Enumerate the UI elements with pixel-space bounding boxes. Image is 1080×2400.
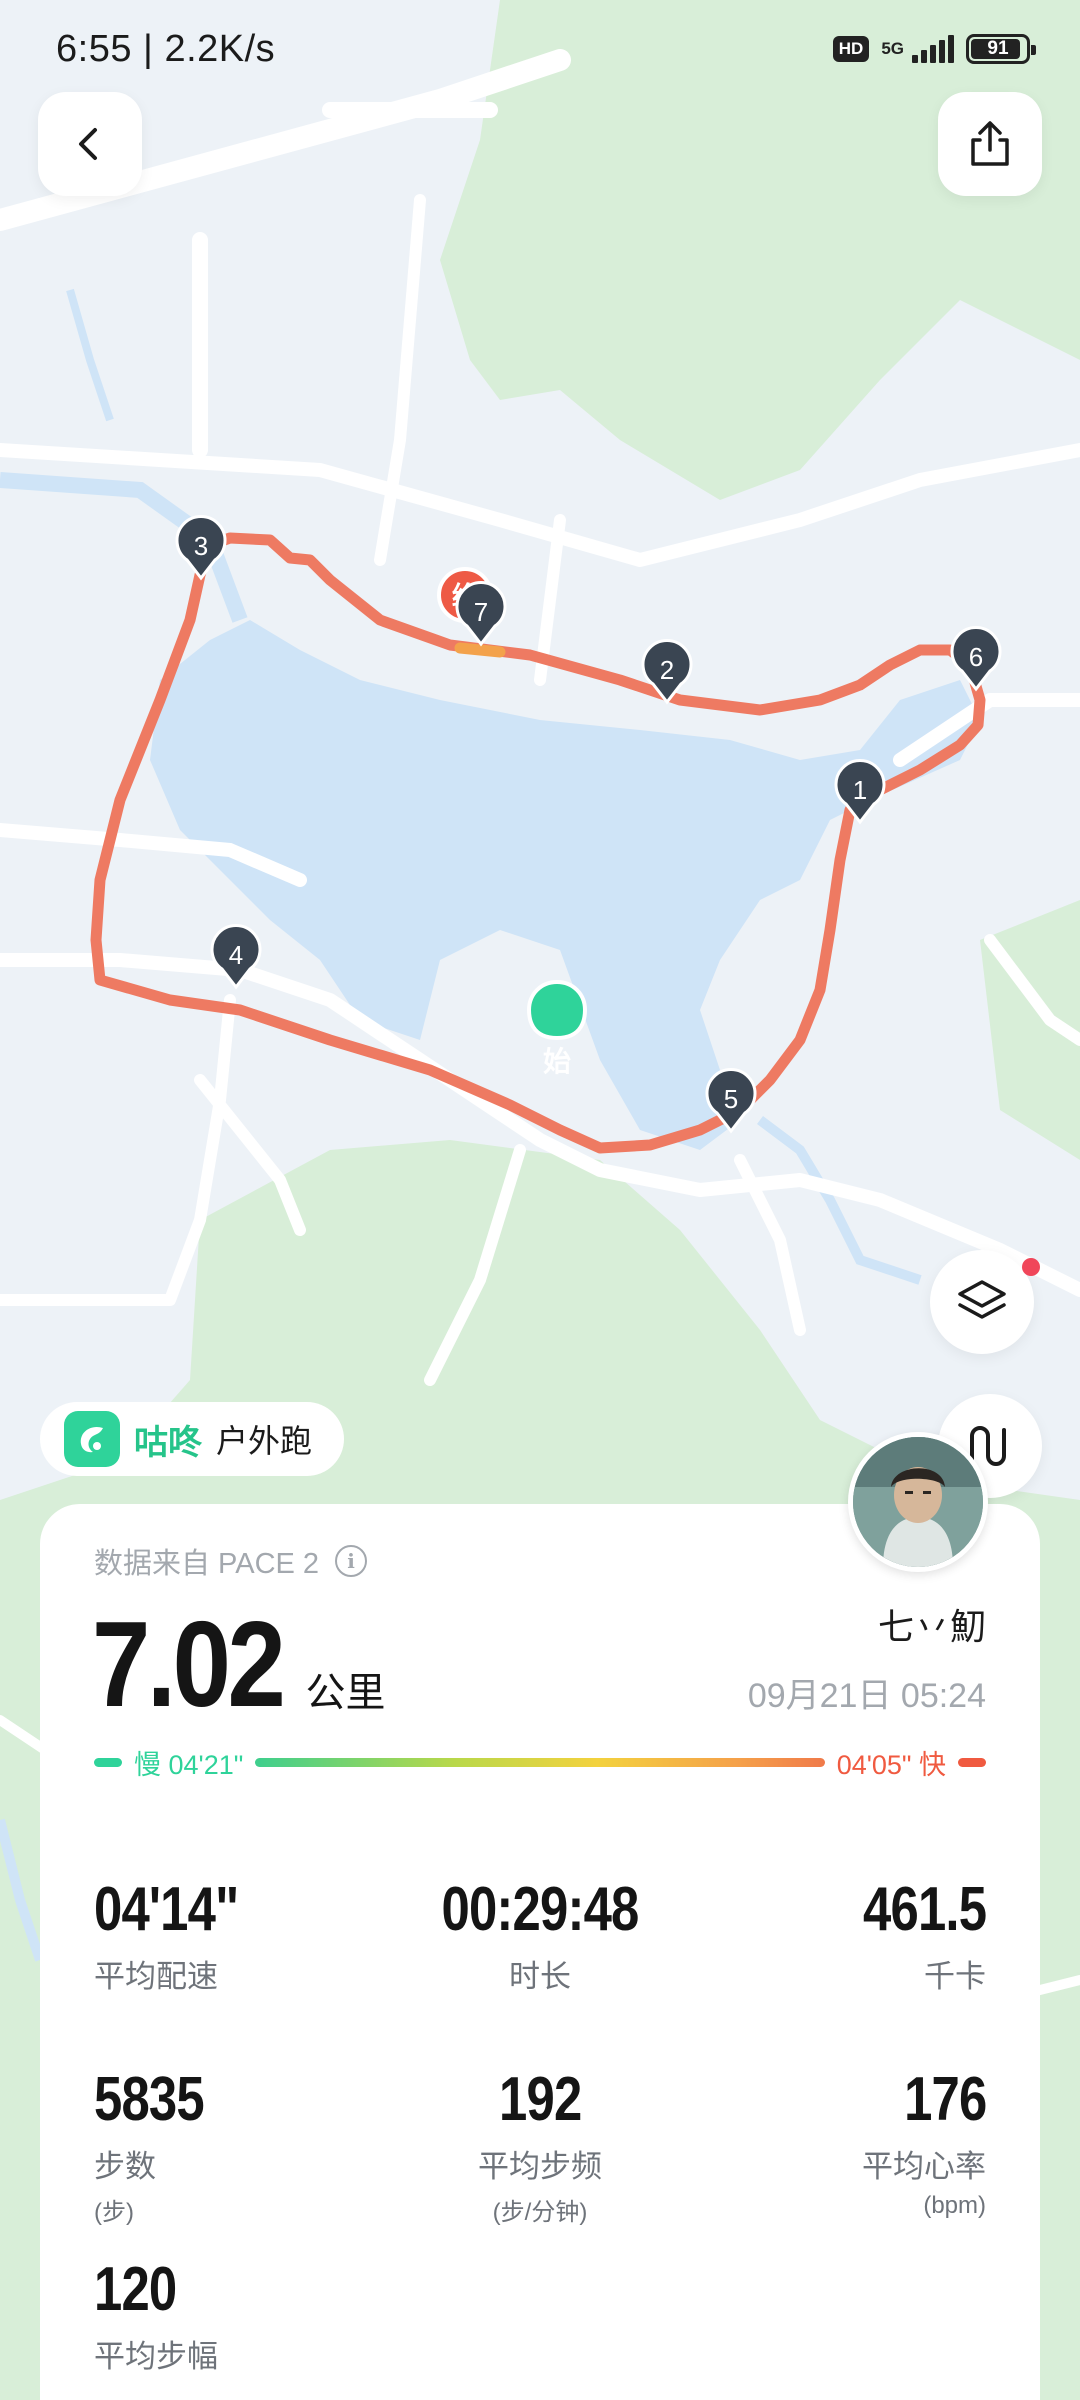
share-button[interactable]: [938, 92, 1042, 196]
stat-unit: (bpm): [923, 2192, 986, 2219]
data-source: 数据来自 PACE 2 i: [94, 1540, 368, 1582]
distance-unit: 公里: [305, 1671, 386, 1715]
run-summary-card: 数据来自 PACE 2 i 7.02 公里 七丷魛 09月21日 05:24 慢…: [40, 1504, 1040, 2400]
codoon-logo-icon: [64, 1411, 120, 1467]
stat-label: 平均步幅: [94, 2339, 218, 2374]
status-icons: HD 5G 91: [832, 34, 1036, 64]
stat-label: 时长: [509, 1959, 571, 1994]
stat-label: 平均步频: [478, 2149, 602, 2184]
stat-avg-pace: 04'14" 平均配速: [94, 1874, 270, 1996]
svg-text:6: 6: [969, 642, 983, 672]
signal-icon: [912, 35, 954, 63]
stat-value: 176: [903, 2065, 987, 2134]
svg-text:4: 4: [229, 940, 243, 970]
stat-label: 千卡: [924, 1959, 986, 1994]
share-icon: [971, 121, 1009, 166]
stats-grid: 04'14" 平均配速 00:29:48 时长 461.5 千卡 5835 步数…: [94, 1874, 987, 2400]
stat-label: 平均心率: [862, 2149, 986, 2184]
stat-value: 00:29:48: [441, 1875, 640, 1944]
battery-icon: 91: [966, 34, 1036, 64]
stat-duration: 00:29:48 时长: [420, 1874, 660, 1996]
user-name[interactable]: 七丷魛: [878, 1598, 986, 1650]
stat-calories: 461.5 千卡: [836, 1874, 987, 1996]
notification-dot: [1022, 1258, 1040, 1276]
stat-steps: 5835 步数 (步): [94, 2064, 228, 2227]
stat-stride: 120 平均步幅: [94, 2254, 218, 2376]
back-button[interactable]: [38, 92, 142, 196]
activity-type: 户外跑: [216, 1423, 313, 1459]
svg-text:3: 3: [194, 531, 208, 561]
stat-value: 461.5: [862, 1875, 987, 1944]
stat-value: 192: [498, 2065, 582, 2134]
data-source-text: 数据来自 PACE 2: [94, 1548, 320, 1580]
stat-value: 120: [94, 2255, 177, 2324]
layers-icon: [958, 1280, 1006, 1319]
run-date: 09月21日 05:24: [747, 1677, 986, 1715]
fast-pace-label: 04'05" 快: [836, 1749, 946, 1780]
slow-pace-label: 慢 04'21": [134, 1749, 244, 1780]
stat-unit: (步): [94, 2199, 134, 2226]
svg-text:5: 5: [724, 1084, 738, 1114]
stat-cadence: 192 平均步频 (步/分钟): [478, 2064, 602, 2227]
distance-value: 7.02: [92, 1596, 286, 1732]
stats-row: 04'14" 平均配速 00:29:48 时长 461.5 千卡: [94, 1874, 987, 2064]
status-bar: 6:55 | 2.2K/s HD 5G 91: [0, 0, 1080, 100]
svg-text:始: 始: [543, 1045, 571, 1078]
svg-text:1: 1: [853, 775, 867, 805]
stats-row: 5835 步数 (步) 192 平均步频 (步/分钟) 176 平均心率 (bp…: [94, 2064, 987, 2254]
hd-badge: HD: [832, 36, 870, 62]
stat-label: 步数: [94, 2149, 156, 2184]
battery-level: 91: [987, 38, 1009, 59]
distance: 7.02 公里: [92, 1594, 385, 1734]
app-brand-name: 咕咚: [134, 1423, 202, 1462]
svg-text:7: 7: [474, 597, 488, 627]
stat-value: 5835: [94, 2065, 205, 2134]
stat-label: 平均配速: [94, 1959, 218, 1994]
chevron-left-icon: [79, 128, 97, 160]
stats-row: 120 平均步幅: [94, 2254, 986, 2400]
network-type: 5G: [881, 39, 904, 58]
stat-value: 04'14": [94, 1875, 239, 1944]
fast-pace-swatch: [958, 1757, 986, 1767]
stat-heart-rate: 176 平均心率 (bpm): [862, 2064, 987, 2220]
map-layers-button[interactable]: [930, 1250, 1034, 1354]
svg-text:2: 2: [660, 655, 674, 685]
pace-legend: 慢 04'21" 04'05" 快: [94, 1744, 986, 1780]
stat-unit: (步/分钟): [492, 2199, 588, 2226]
info-icon[interactable]: i: [335, 1545, 368, 1577]
pace-gradient-bar: [255, 1757, 825, 1767]
slow-pace-swatch: [94, 1757, 122, 1767]
app-activity-chip: 咕咚 户外跑: [40, 1402, 345, 1476]
user-avatar[interactable]: [848, 1432, 988, 1572]
run-route-end-segment: [454, 642, 506, 658]
status-time: 6:55 | 2.2K/s: [56, 28, 276, 70]
